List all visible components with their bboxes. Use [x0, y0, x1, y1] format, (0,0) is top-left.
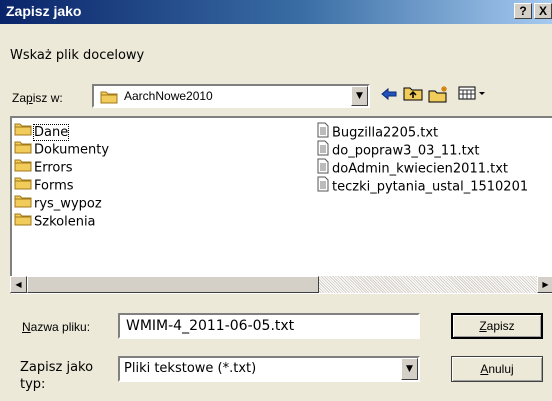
folder-icon: [14, 140, 32, 160]
folder-icon: [100, 90, 118, 108]
folder-icon: [14, 194, 32, 214]
folder-item[interactable]: rys_wypoz: [14, 194, 109, 212]
file-name: do_popraw3_03_11.txt: [332, 143, 480, 159]
help-button[interactable]: ?: [514, 3, 532, 19]
folder-name: Forms: [34, 178, 74, 194]
file-item[interactable]: do_popraw3_03_11.txt: [316, 140, 528, 159]
file-item[interactable]: doAdmin_kwiecien2011.txt: [316, 158, 528, 177]
save-button-rest: apisz: [486, 319, 515, 333]
file-name: teczki_pytania_ustal_1510201: [332, 179, 529, 195]
save-in-label-rest: isz w:: [32, 91, 63, 105]
save-in-label-part: Za: [12, 91, 27, 105]
file-list[interactable]: Dane Dokumenty Errors Forms rys_wypoz Sz…: [10, 116, 552, 294]
folder-name: rys_wypoz: [34, 196, 102, 212]
up-folder-icon[interactable]: [402, 85, 424, 107]
file-type-value: Pliki tekstowe (*.txt): [124, 361, 257, 376]
save-in-label: Zapisz w:: [12, 91, 63, 105]
file-name-label-accel: N: [22, 320, 31, 334]
file-name-input[interactable]: WMIM-4_2011-06-05.txt: [118, 313, 420, 339]
file-item[interactable]: Bugzilla2205.txt: [316, 122, 528, 141]
documents-column: Bugzilla2205.txt do_popraw3_03_11.txt do…: [316, 122, 529, 195]
cancel-button-rest: nuluj: [488, 362, 514, 376]
folder-item[interactable]: Errors: [14, 158, 109, 176]
save-in-label-accel: p: [26, 91, 33, 105]
file-name: Bugzilla2205.txt: [332, 125, 439, 141]
file-type-dropdown[interactable]: Pliki tekstowe (*.txt) ▼: [118, 356, 420, 382]
folders-column: Dane Dokumenty Errors Forms rys_wypoz Sz…: [14, 122, 109, 230]
file-type-label-line2: typ:: [20, 377, 46, 392]
save-in-value: AarchNowe2010: [124, 89, 213, 103]
folder-icon: [14, 158, 32, 178]
file-name-label-rest: azwa pliku:: [30, 320, 91, 334]
folder-name: Errors: [34, 160, 73, 176]
save-button[interactable]: Zapisz: [451, 313, 543, 339]
file-name-label: Nazwa pliku:: [22, 320, 90, 334]
folder-item[interactable]: Dokumenty: [14, 140, 109, 158]
file-type-label-line1: Zapisz jako: [20, 360, 94, 375]
folder-name: Szkolenia: [34, 214, 96, 230]
view-menu-icon[interactable]: [456, 85, 490, 107]
scroll-right-icon[interactable]: ▶: [537, 276, 552, 293]
dialog-prompt: Wskaż plik docelowy: [10, 48, 145, 63]
scrollbar-thumb[interactable]: [27, 276, 319, 293]
dialog-title: Zapisz jako: [6, 3, 82, 19]
title-bar[interactable]: Zapisz jako ? X: [0, 0, 552, 24]
folder-icon: [14, 176, 32, 196]
folder-icon: [14, 212, 32, 232]
file-type-label: Zapisz jako typ:: [20, 359, 93, 393]
text-file-icon: [316, 176, 330, 198]
folder-item[interactable]: Dane: [14, 122, 109, 142]
save-as-dialog: Zapisz jako ? X Wskaż plik docelowy Zapi…: [0, 0, 552, 401]
close-button[interactable]: X: [534, 3, 552, 19]
save-button-accel: Z: [479, 319, 487, 333]
file-item[interactable]: teczki_pytania_ustal_1510201: [316, 176, 529, 195]
horizontal-scrollbar[interactable]: ◀ ▶: [10, 276, 552, 293]
folder-name: Dane: [32, 123, 70, 141]
back-arrow-icon[interactable]: [378, 85, 400, 107]
folder-item[interactable]: Forms: [14, 176, 109, 194]
folder-name: Dokumenty: [34, 142, 110, 158]
chevron-down-icon[interactable]: ▼: [351, 86, 368, 106]
save-in-dropdown[interactable]: AarchNowe2010 ▼: [92, 84, 370, 108]
chevron-down-icon[interactable]: ▼: [401, 358, 418, 380]
cancel-button[interactable]: Anuluj: [451, 356, 543, 382]
file-name: doAdmin_kwiecien2011.txt: [332, 161, 509, 177]
new-folder-icon[interactable]: [428, 85, 450, 107]
scrollbar-track[interactable]: [319, 276, 537, 293]
folder-icon: [14, 122, 32, 142]
folder-item[interactable]: Szkolenia: [14, 212, 109, 230]
scroll-left-icon[interactable]: ◀: [10, 276, 27, 293]
